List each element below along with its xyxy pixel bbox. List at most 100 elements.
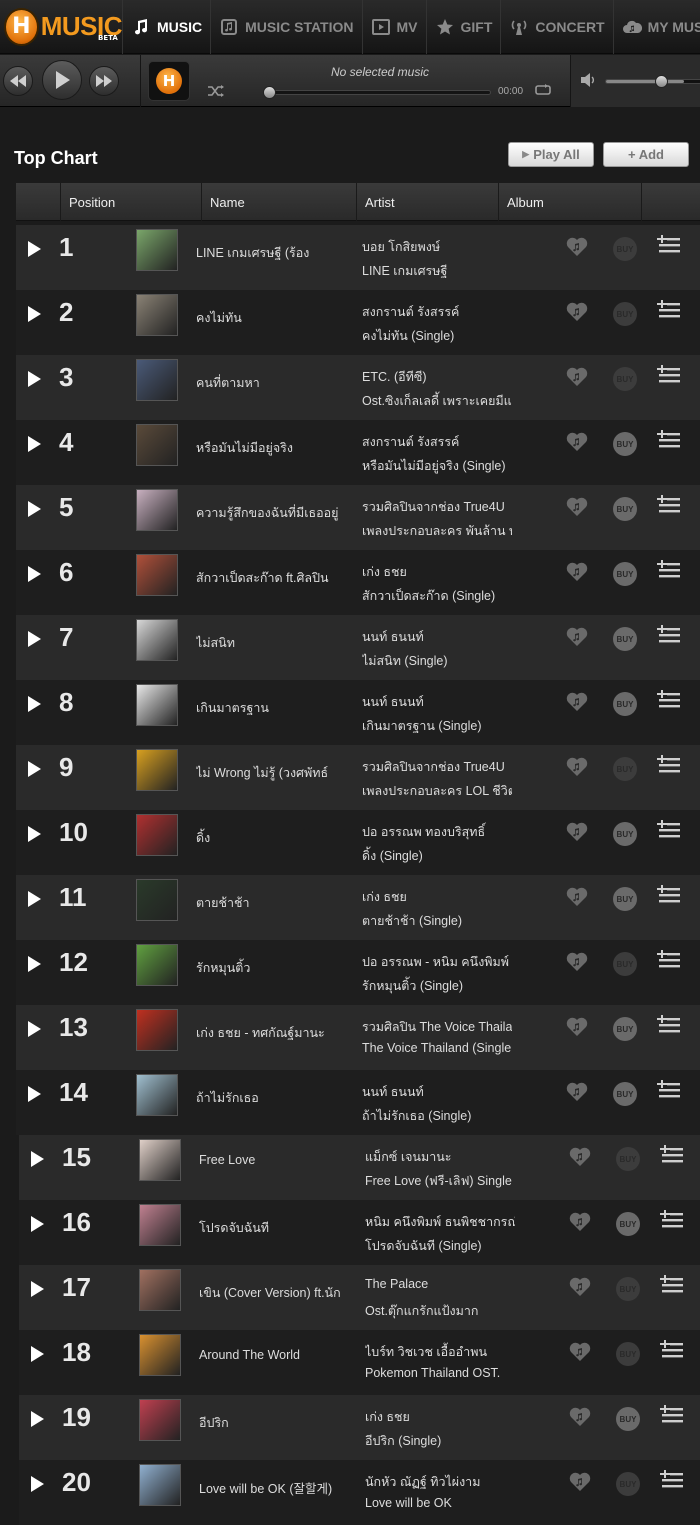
add-to-playlist-icon[interactable]	[657, 755, 681, 775]
table-row[interactable]: 6 สักวาเป็ดสะก๊าด ft.ศิลปิน เก่ง ธชย สักวาเ…	[16, 550, 700, 615]
track-album[interactable]: Love will be OK	[365, 1496, 515, 1510]
favorite-heart-icon[interactable]	[569, 1472, 591, 1492]
shuffle-icon[interactable]	[208, 85, 224, 101]
favorite-heart-icon[interactable]	[566, 432, 588, 452]
buy-button[interactable]: BUY	[613, 822, 637, 846]
track-title[interactable]: LINE เกมเศรษฐี (ร้อง	[196, 243, 346, 263]
album-cover[interactable]	[136, 294, 178, 336]
play-track-icon[interactable]	[31, 1281, 44, 1297]
play-track-icon[interactable]	[28, 631, 41, 647]
buy-button[interactable]: BUY	[616, 1407, 640, 1431]
buy-button[interactable]: BUY	[613, 367, 637, 391]
table-row[interactable]: 14 ถ้าไม่รักเธอ นนท์ ธนนท์ ถ้าไม่รักเธอ (Si…	[16, 1070, 700, 1135]
album-cover[interactable]	[139, 1139, 181, 1181]
play-track-icon[interactable]	[31, 1346, 44, 1362]
buy-button[interactable]: BUY	[613, 952, 637, 976]
track-album[interactable]: หรือมันไม่มีอยู่จริง (Single)	[362, 456, 512, 476]
play-track-icon[interactable]	[28, 956, 41, 972]
buy-button[interactable]: BUY	[613, 692, 637, 716]
volume-handle[interactable]	[655, 75, 668, 88]
column-album[interactable]: Album	[499, 183, 642, 221]
add-to-playlist-icon[interactable]	[660, 1145, 684, 1165]
track-album[interactable]: คงไม่ทัน (Single)	[362, 326, 512, 346]
track-title[interactable]: ความรู้สึกของฉันที่มีเธออยู่	[196, 503, 346, 523]
track-artist[interactable]: ETC. (อีทีซี)	[362, 367, 512, 387]
favorite-heart-icon[interactable]	[569, 1277, 591, 1297]
track-album[interactable]: ดิ้ง (Single)	[362, 846, 512, 866]
track-album[interactable]: The Voice Thailand (Single	[362, 1041, 512, 1055]
table-row[interactable]: 4 หรือมันไม่มีอยู่จริง สงกรานต์ รังสรรค์ หร…	[16, 420, 700, 485]
table-row[interactable]: 10 ดิ้ง ปอ อรรณพ ทองบริสุทธิ์ ดิ้ง (Single)…	[16, 810, 700, 875]
add-to-playlist-icon[interactable]	[660, 1275, 684, 1295]
buy-button[interactable]: BUY	[613, 627, 637, 651]
track-album[interactable]: Ost.ซิงเก็ลเลดี้ เพราะเคยมีแ	[362, 391, 512, 411]
nav-gift[interactable]: GIFT	[425, 0, 501, 54]
play-track-icon[interactable]	[28, 891, 41, 907]
track-artist[interactable]: นนท์ ธนนท์	[362, 1082, 512, 1102]
add-to-playlist-icon[interactable]	[657, 235, 681, 255]
buy-button[interactable]: BUY	[616, 1212, 640, 1236]
favorite-heart-icon[interactable]	[566, 952, 588, 972]
track-progress-bar[interactable]	[267, 90, 491, 95]
table-row[interactable]: 1 LINE เกมเศรษฐี (ร้อง บอย โกสิยพงษ์ LINE เ…	[16, 225, 700, 290]
track-album[interactable]: เพลงประกอบละคร พันล้าน ท	[362, 521, 512, 541]
track-album[interactable]: เกินมาตรฐาน (Single)	[362, 716, 512, 736]
table-row[interactable]: 2 คงไม่ทัน สงกรานต์ รังสรรค์ คงไม่ทัน (Sing…	[16, 290, 700, 355]
play-track-icon[interactable]	[28, 241, 41, 257]
track-album[interactable]: อีปริก (Single)	[365, 1431, 515, 1451]
table-row[interactable]: 16 โปรดจับฉันที หนิม คนึงพิมพ์ ธนพิชชากรณ์…	[19, 1200, 700, 1265]
track-title[interactable]: ดิ้ง	[196, 828, 346, 848]
add-to-playlist-icon[interactable]	[657, 365, 681, 385]
add-to-playlist-icon[interactable]	[660, 1470, 684, 1490]
track-artist[interactable]: สงกรานต์ รังสรรค์	[362, 302, 512, 322]
track-title[interactable]: รักหมุนติ้ว	[196, 958, 346, 978]
buy-button[interactable]: BUY	[613, 497, 637, 521]
track-artist[interactable]: เก่ง ธชย	[362, 887, 512, 907]
album-cover[interactable]	[136, 684, 178, 726]
add-button[interactable]: + Add	[603, 142, 689, 167]
add-to-playlist-icon[interactable]	[657, 950, 681, 970]
buy-button[interactable]: BUY	[613, 1017, 637, 1041]
track-artist[interactable]: นนท์ ธนนท์	[362, 627, 512, 647]
track-album[interactable]: ตายช้าช้า (Single)	[362, 911, 512, 931]
repeat-icon[interactable]	[535, 84, 551, 100]
add-to-playlist-icon[interactable]	[657, 430, 681, 450]
add-to-playlist-icon[interactable]	[660, 1210, 684, 1230]
buy-button[interactable]: BUY	[613, 1082, 637, 1106]
play-track-icon[interactable]	[28, 761, 41, 777]
favorite-heart-icon[interactable]	[569, 1212, 591, 1232]
track-title[interactable]: ไม่ Wrong ไม่รู้ (วงศพัทธ์	[196, 763, 346, 783]
album-cover[interactable]	[136, 1074, 178, 1116]
add-to-playlist-icon[interactable]	[657, 495, 681, 515]
nav-concert[interactable]: CONCERT	[500, 0, 612, 54]
table-row[interactable]: 11 ตายช้าช้า เก่ง ธชย ตายช้าช้า (Single) BUY	[16, 875, 700, 940]
album-cover[interactable]	[139, 1399, 181, 1441]
track-title[interactable]: อีปริก	[199, 1413, 349, 1433]
play-track-icon[interactable]	[28, 501, 41, 517]
favorite-heart-icon[interactable]	[566, 562, 588, 582]
volume-slider[interactable]	[605, 79, 700, 84]
track-album[interactable]: Pokemon Thailand OST.	[365, 1366, 515, 1380]
favorite-heart-icon[interactable]	[566, 497, 588, 517]
buy-button[interactable]: BUY	[616, 1147, 640, 1171]
next-track-button[interactable]	[89, 66, 119, 96]
favorite-heart-icon[interactable]	[566, 1082, 588, 1102]
album-cover[interactable]	[136, 489, 178, 531]
play-track-icon[interactable]	[28, 566, 41, 582]
track-title[interactable]: เกินมาตรฐาน	[196, 698, 346, 718]
track-artist[interactable]: แม็กซ์ เจนมานะ	[365, 1147, 515, 1167]
track-artist[interactable]: นักหัว ณัฏฐ์ ทิวไผ่งาม	[365, 1472, 515, 1492]
track-artist[interactable]: ไบร์ท วิชเวช เอื้ออำพน	[365, 1342, 515, 1362]
track-title[interactable]: ไม่สนิท	[196, 633, 346, 653]
favorite-heart-icon[interactable]	[566, 1017, 588, 1037]
add-to-playlist-icon[interactable]	[657, 1015, 681, 1035]
play-track-icon[interactable]	[31, 1216, 44, 1232]
buy-button[interactable]: BUY	[613, 302, 637, 326]
previous-track-button[interactable]	[3, 66, 33, 96]
add-to-playlist-icon[interactable]	[657, 690, 681, 710]
buy-button[interactable]: BUY	[613, 757, 637, 781]
track-artist[interactable]: หนิม คนึงพิมพ์ ธนพิชชากรณ์	[365, 1212, 515, 1232]
add-to-playlist-icon[interactable]	[657, 560, 681, 580]
track-title[interactable]: Love will be OK (잘할게)	[199, 1478, 349, 1497]
table-row[interactable]: 17 เขิน (Cover Version) ft.นัก The Palace O…	[19, 1265, 700, 1330]
